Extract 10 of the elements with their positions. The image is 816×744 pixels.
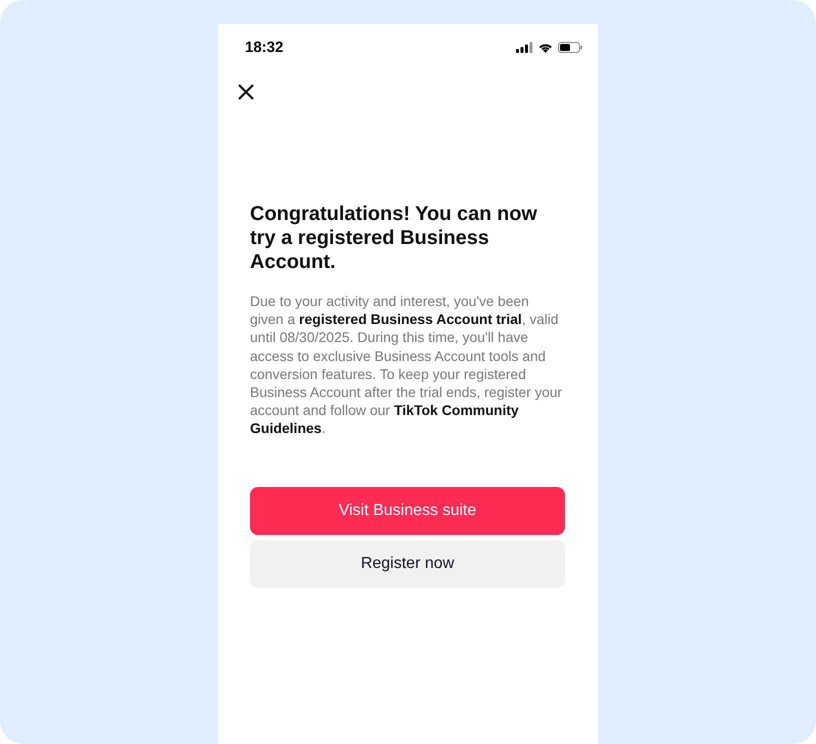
battery-icon (558, 42, 582, 52)
register-button[interactable]: Register now (250, 540, 565, 588)
close-icon (238, 84, 254, 100)
close-button[interactable] (236, 82, 256, 102)
status-time: 18:32 (245, 38, 284, 56)
visit-suite-button[interactable]: Visit Business suite (250, 486, 565, 535)
signal-icon (516, 42, 533, 52)
dialog-message: Due to your activity and interest, you've been given a registered Business Account trial, valid until 08/30/2025. During this time, you'll have access to exclusive Business Account tools and conversion features. To keep your registered Business Account after the trial ends, register your account and follow our TikTok Community Guidelines. (250, 292, 564, 438)
dialog-title: Congratulations! You can now try a registered Business Account. (250, 202, 538, 274)
wifi-icon (538, 42, 553, 52)
